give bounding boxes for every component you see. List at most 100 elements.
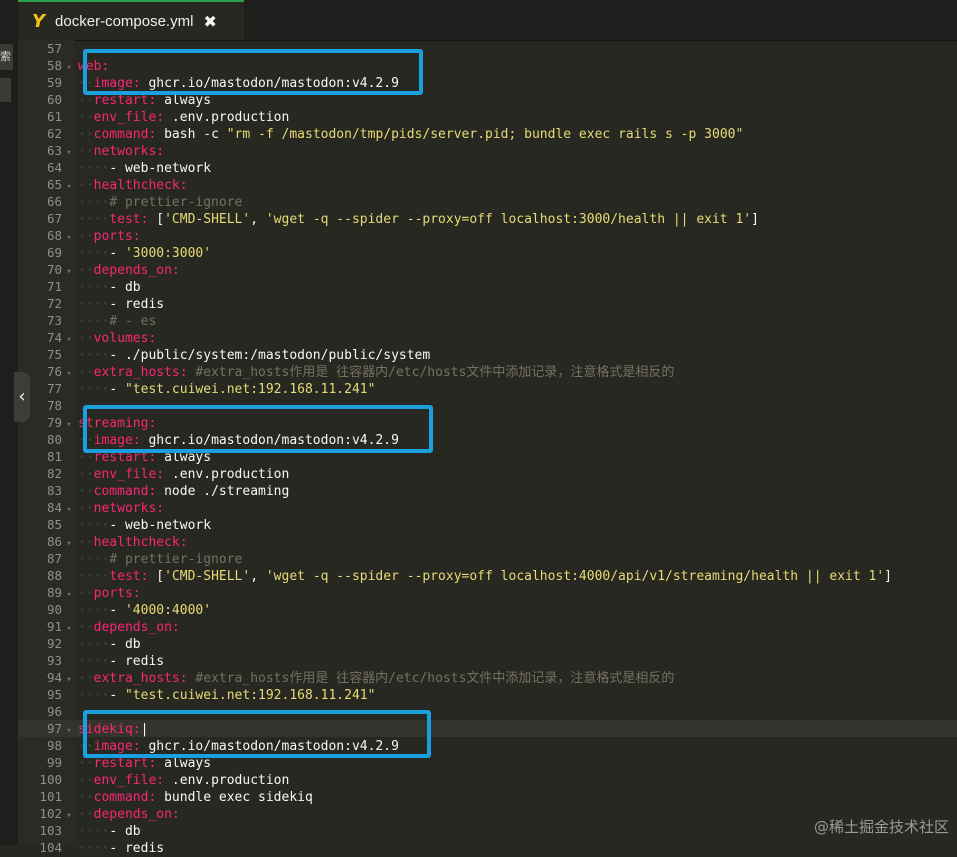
code-text: ··env_file: .env.production xyxy=(76,772,289,789)
line-number: 85 xyxy=(46,517,62,532)
code-text: ··restart: always xyxy=(76,92,211,109)
indent-whitespace: ·· xyxy=(78,535,94,550)
code-text: ··ports: xyxy=(76,228,141,245)
yaml-value: .env.production xyxy=(164,467,290,482)
code-line[interactable]: 62 ··command: bash -c "rm -f /mastodon/tm… xyxy=(18,125,957,142)
code-line[interactable]: 90 ····- '4000:4000' xyxy=(18,601,957,618)
indent-whitespace: ···· xyxy=(78,824,110,839)
code-text: ····test: ['CMD-SHELL', 'wget -q --spide… xyxy=(76,568,892,585)
code-line[interactable]: 74 ▾ ··volumes: xyxy=(18,329,957,346)
yaml-string: '4000:4000' xyxy=(124,603,212,618)
yaml-key: networks: xyxy=(93,144,165,159)
code-line[interactable]: 64 ····- web-network xyxy=(18,159,957,176)
yaml-key: command: xyxy=(93,790,157,805)
line-number: 99 xyxy=(46,755,62,770)
code-line[interactable]: 70 ▾ ··depends_on: xyxy=(18,261,957,278)
code-line[interactable]: 61 ··env_file: .env.production xyxy=(18,108,957,125)
line-number: 72 xyxy=(46,296,62,311)
yaml-key: streaming: xyxy=(78,416,157,431)
side-panel-control[interactable] xyxy=(0,78,11,102)
code-line[interactable]: 98 ··image: ghcr.io/mastodon/mastodon:v4.… xyxy=(18,737,957,754)
code-line[interactable]: 59 ··image: ghcr.io/mastodon/mastodon:v4.… xyxy=(18,74,957,91)
code-line[interactable]: 83 ··command: node ./streaming xyxy=(18,482,957,499)
code-line[interactable]: 82 ··env_file: .env.production xyxy=(18,465,957,482)
code-line[interactable]: 57 xyxy=(18,40,957,57)
close-icon[interactable]: ✖ xyxy=(203,12,216,31)
code-text: ····# - es xyxy=(76,313,156,330)
code-line[interactable]: 68 ▾ ··ports: xyxy=(18,227,957,244)
yaml-key: test: xyxy=(109,569,149,584)
code-text: ····- redis xyxy=(76,653,164,670)
code-line[interactable]: 88 ····test: ['CMD-SHELL', 'wget -q --spi… xyxy=(18,567,957,584)
yaml-key: depends_on: xyxy=(93,620,180,635)
code-line[interactable]: 80 ··image: ghcr.io/mastodon/mastodon:v4.… xyxy=(18,431,957,448)
yaml-string: '3000:3000' xyxy=(124,246,212,261)
indent-whitespace: ·· xyxy=(78,501,94,516)
code-text: ··healthcheck: xyxy=(76,177,188,194)
yaml-value: [ xyxy=(148,569,165,584)
code-line[interactable]: 72 ····- redis xyxy=(18,295,957,312)
code-line[interactable]: 100 ··env_file: .env.production xyxy=(18,771,957,788)
code-line[interactable]: 69 ····- '3000:3000' xyxy=(18,244,957,261)
code-line[interactable]: 66 ····# prettier-ignore xyxy=(18,193,957,210)
code-line[interactable]: 101 ··command: bundle exec sidekiq xyxy=(18,788,957,805)
code-line[interactable]: 73 ····# - es xyxy=(18,312,957,329)
code-text: ··ports: xyxy=(76,585,141,602)
code-line[interactable]: 84 ▾ ··networks: xyxy=(18,499,957,516)
code-line[interactable]: 93 ····- redis xyxy=(18,652,957,669)
code-text: streaming: xyxy=(76,415,156,432)
code-text: ····- db xyxy=(76,823,141,840)
yaml-key: image: xyxy=(93,76,141,91)
line-number: 62 xyxy=(46,126,62,141)
yaml-comment: #extra_hosts作用是 往容器内/etc/hosts文件中添加记录，注意… xyxy=(187,671,675,686)
code-line[interactable]: 78 xyxy=(18,397,957,414)
yaml-value: bundle exec sidekiq xyxy=(156,790,313,805)
tab-docker-compose[interactable]: Y docker-compose.yml ✖ xyxy=(18,0,244,40)
code-line[interactable]: 58 ▾ web: xyxy=(18,57,957,74)
code-text: ····- "test.cuiwei.net:192.168.11.241" xyxy=(76,381,375,398)
yaml-key: ports: xyxy=(93,586,141,601)
yaml-comment: # - es xyxy=(109,314,157,329)
code-line[interactable]: 60 ··restart: always xyxy=(18,91,957,108)
code-line[interactable]: 81 ··restart: always xyxy=(18,448,957,465)
code-line[interactable]: 71 ····- db xyxy=(18,278,957,295)
yaml-value: - redis xyxy=(109,297,165,312)
indent-whitespace: ···· xyxy=(78,161,110,176)
code-line[interactable]: 76 ▾ ··extra_hosts: #extra_hosts作用是 往容器内/e… xyxy=(18,363,957,380)
yaml-key: extra_hosts: xyxy=(93,365,188,380)
code-line[interactable]: 99 ··restart: always xyxy=(18,754,957,771)
code-text: ··depends_on: xyxy=(76,262,180,279)
yaml-key: image: xyxy=(93,433,141,448)
yaml-string: 'CMD-SHELL' xyxy=(164,569,251,584)
code-line[interactable]: 87 ····# prettier-ignore xyxy=(18,550,957,567)
collapse-sidebar-button[interactable]: ‹ xyxy=(14,372,30,422)
line-number: 71 xyxy=(46,279,62,294)
yaml-string: 'wget -q --spider --proxy=off localhost:… xyxy=(265,569,885,584)
line-number: 61 xyxy=(46,109,62,124)
line-number: 68 xyxy=(46,228,62,243)
line-number: 74 xyxy=(46,330,62,345)
code-line[interactable]: 79 ▾ streaming: xyxy=(18,414,957,431)
code-line[interactable]: 89 ▾ ··ports: xyxy=(18,584,957,601)
code-editor[interactable]: 57 58 ▾ web: 59 ··image: ghcr.io/mastodon/mas… xyxy=(18,40,957,856)
code-line[interactable]: 63 ▾ ··networks: xyxy=(18,142,957,159)
line-number: 81 xyxy=(46,449,62,464)
code-line[interactable]: 96 xyxy=(18,703,957,720)
code-line[interactable]: 86 ▾ ··healthcheck: xyxy=(18,533,957,550)
code-line[interactable]: 95 ····- "test.cuiwei.net:192.168.11.241" xyxy=(18,686,957,703)
code-line[interactable]: 91 ▾ ··depends_on: xyxy=(18,618,957,635)
search-panel-tab[interactable]: 索 xyxy=(0,44,13,70)
code-line[interactable]: 92 ····- db xyxy=(18,635,957,652)
indent-whitespace: ·· xyxy=(78,365,94,380)
yaml-value: node ./streaming xyxy=(156,484,290,499)
code-line[interactable]: 104 ····- redis xyxy=(18,839,957,856)
code-line[interactable]: 85 ····- web-network xyxy=(18,516,957,533)
code-line[interactable]: 75 ····- ./public/system:/mastodon/public… xyxy=(18,346,957,363)
code-line[interactable]: 97 ▾ sidekiq:| xyxy=(18,720,957,737)
code-line[interactable]: 77 ····- "test.cuiwei.net:192.168.11.241" xyxy=(18,380,957,397)
code-line[interactable]: 65 ▾ ··healthcheck: xyxy=(18,176,957,193)
indent-whitespace: ·· xyxy=(78,467,94,482)
code-line[interactable]: 94 ▾ ··extra_hosts: #extra_hosts作用是 往容器内/e… xyxy=(18,669,957,686)
indent-whitespace: ···· xyxy=(78,688,110,703)
code-line[interactable]: 67 ····test: ['CMD-SHELL', 'wget -q --spi… xyxy=(18,210,957,227)
